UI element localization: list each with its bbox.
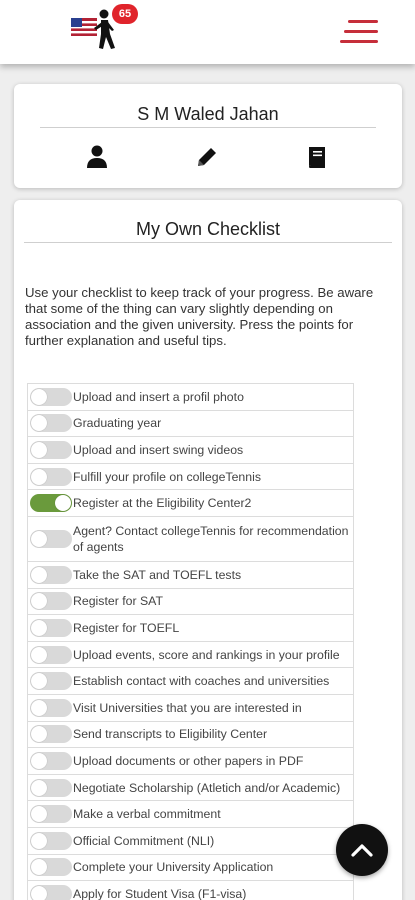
checklist-item-label[interactable]: Complete your University Application <box>73 859 349 875</box>
toggle-switch[interactable] <box>30 805 72 824</box>
checklist-item[interactable]: Complete your University Application <box>28 854 354 882</box>
toggle-switch[interactable] <box>30 494 72 513</box>
checklist-item[interactable]: Register for SAT <box>28 588 354 616</box>
checklist-item[interactable]: Negotiate Scholarship (Atletich and/or A… <box>28 774 354 802</box>
checklist-item-label[interactable]: Apply for Student Visa (F1-visa) <box>73 886 349 900</box>
checklist-item-label[interactable]: Establish contact with coaches and unive… <box>73 673 349 689</box>
toggle-switch[interactable] <box>30 778 72 797</box>
checklist-item-label[interactable]: Visit Universities that you are interest… <box>73 700 349 716</box>
toggle-switch[interactable] <box>30 618 72 637</box>
checklist-item-label[interactable]: Register for TOEFL <box>73 620 349 636</box>
checklist-item-label[interactable]: Register for SAT <box>73 593 349 609</box>
checklist-title: My Own Checklist <box>135 219 281 239</box>
checklist-item-label[interactable]: Take the SAT and TOEFL tests <box>73 567 349 583</box>
checklist: Upload and insert a profil photo Graduat… <box>27 383 354 900</box>
hamburger-menu-icon[interactable] <box>340 20 378 46</box>
toggle-switch[interactable] <box>30 884 72 900</box>
checklist-card: My Own Checklist Use your checklist to k… <box>14 200 402 900</box>
divider <box>40 127 376 128</box>
checklist-item-label[interactable]: Graduating year <box>73 415 349 431</box>
toggle-switch[interactable] <box>30 858 72 877</box>
scroll-to-top-button[interactable] <box>336 824 388 876</box>
checklist-item-label[interactable]: Upload documents or other papers in PDF <box>73 753 349 769</box>
toggle-switch[interactable] <box>30 467 72 486</box>
checklist-item-label[interactable]: Fulfill your profile on collegeTennis <box>73 469 349 485</box>
notification-badge: 65 <box>112 4 138 24</box>
checklist-item[interactable]: Apply for Student Visa (F1-visa) <box>28 881 354 900</box>
checklist-item[interactable]: Register at the Eligibility Center2 <box>28 490 354 517</box>
checklist-item-label[interactable]: Upload and insert a profil photo <box>73 389 349 405</box>
checklist-item[interactable]: Visit Universities that you are interest… <box>28 694 354 722</box>
checklist-item[interactable]: Upload events, score and rankings in you… <box>28 641 354 669</box>
toggle-switch[interactable] <box>30 440 72 459</box>
book-icon[interactable] <box>304 144 330 170</box>
checklist-item[interactable]: Official Commitment (NLI) <box>28 827 354 855</box>
toggle-switch[interactable] <box>30 387 72 406</box>
checklist-item-label[interactable]: Register at the Eligibility Center2 <box>73 495 349 511</box>
checklist-item-label[interactable]: Send transcripts to Eligibility Center <box>73 726 349 742</box>
toggle-switch[interactable] <box>30 529 72 548</box>
person-icon[interactable] <box>84 144 110 170</box>
checklist-item-label[interactable]: Official Commitment (NLI) <box>73 833 349 849</box>
toggle-switch[interactable] <box>30 698 72 717</box>
toggle-switch[interactable] <box>30 831 72 850</box>
checklist-item-label[interactable]: Make a verbal commitment <box>73 806 349 822</box>
checklist-item[interactable]: Graduating year <box>28 410 354 438</box>
checklist-item[interactable]: Take the SAT and TOEFL tests <box>28 561 354 589</box>
toggle-switch[interactable] <box>30 592 72 611</box>
checklist-item[interactable]: Upload and insert swing videos <box>28 437 354 464</box>
checklist-item[interactable]: Upload documents or other papers in PDF <box>28 748 354 775</box>
checklist-item[interactable]: Send transcripts to Eligibility Center <box>28 721 354 749</box>
checklist-item[interactable]: Establish contact with coaches and unive… <box>28 668 354 695</box>
top-app-bar: 65 <box>0 0 415 64</box>
toggle-switch[interactable] <box>30 645 72 664</box>
toggle-switch[interactable] <box>30 565 72 584</box>
chevron-up-icon <box>351 844 373 857</box>
checklist-intro-text: Use your checklist to keep track of your… <box>25 285 374 348</box>
checklist-item[interactable]: Register for TOEFL <box>28 615 354 642</box>
checklist-item[interactable]: Fulfill your profile on collegeTennis <box>28 463 354 491</box>
divider <box>24 242 392 243</box>
checklist-item-label[interactable]: Agent? Contact collegeTennis for recomme… <box>73 523 349 555</box>
profile-card: S M Waled Jahan <box>14 84 402 188</box>
pencil-icon[interactable] <box>194 144 220 170</box>
toggle-switch[interactable] <box>30 725 72 744</box>
checklist-item-label[interactable]: Upload and insert swing videos <box>73 442 349 458</box>
checklist-item[interactable]: Upload and insert a profil photo <box>28 384 354 411</box>
checklist-item[interactable]: Agent? Contact collegeTennis for recomme… <box>28 516 354 562</box>
toggle-switch[interactable] <box>30 672 72 691</box>
toggle-switch[interactable] <box>30 414 72 433</box>
checklist-item-label[interactable]: Negotiate Scholarship (Atletich and/or A… <box>73 780 349 796</box>
toggle-switch[interactable] <box>30 751 72 770</box>
checklist-item-label[interactable]: Upload events, score and rankings in you… <box>73 647 349 663</box>
checklist-item[interactable]: Make a verbal commitment <box>28 801 354 828</box>
profile-name: S M Waled Jahan <box>137 104 279 124</box>
